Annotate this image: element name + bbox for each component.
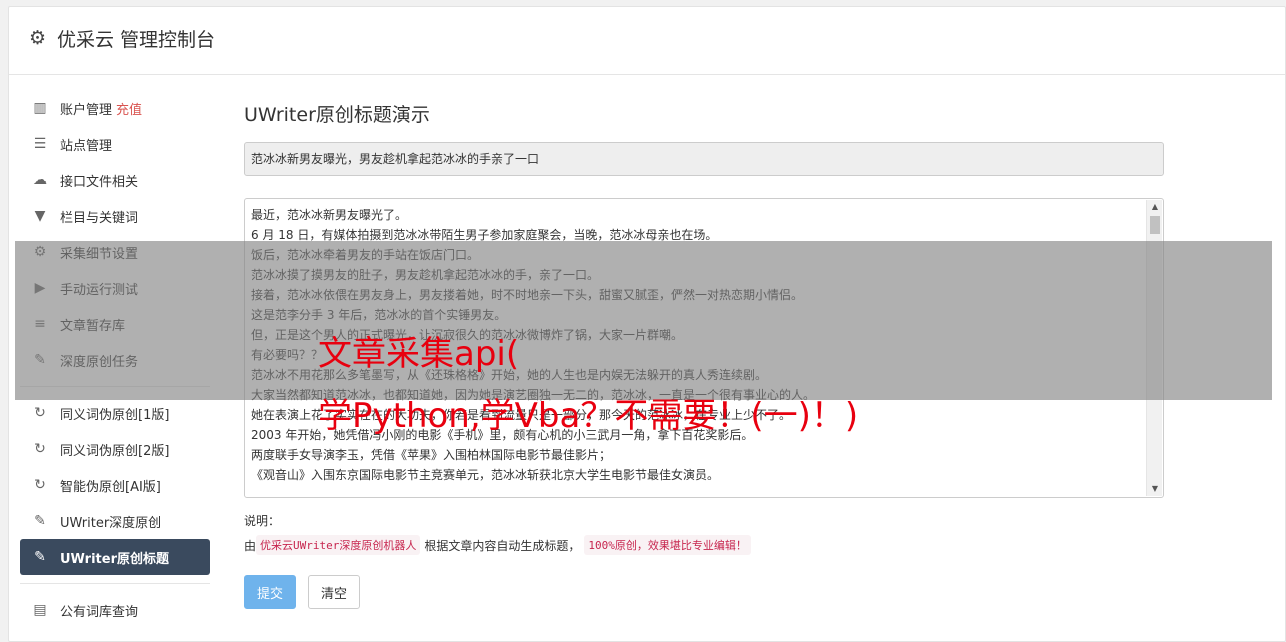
gear-icon: ⚙ bbox=[29, 27, 47, 49]
sidebar-item-label: 智能伪原创[AI版] bbox=[60, 479, 161, 495]
sidebar-item[interactable]: ↻ 智能伪原创[AI版] bbox=[20, 467, 210, 503]
bar-chart-icon: ▥ bbox=[33, 100, 47, 116]
sidebar-item-label: 同义词伪原创[2版] bbox=[60, 443, 170, 459]
watermark-line-1: 文章采集api( bbox=[318, 334, 520, 374]
server-icon: ☰ bbox=[33, 136, 47, 152]
sidebar-item[interactable]: ▼ 栏目与关键词 bbox=[20, 198, 210, 234]
submit-button[interactable]: 提交 bbox=[244, 575, 297, 609]
sidebar-item-label: 接口文件相关 bbox=[60, 174, 139, 190]
edit-icon: ✎ bbox=[34, 513, 46, 529]
sidebar-item[interactable]: ☁ 接口文件相关 bbox=[20, 162, 210, 198]
clear-button[interactable]: 清空 bbox=[308, 575, 361, 609]
refresh-icon: ↻ bbox=[34, 477, 46, 493]
watermark-overlay bbox=[15, 241, 1272, 400]
scroll-thumb[interactable] bbox=[1150, 216, 1160, 234]
header: ⚙ 优采云 管理控制台 bbox=[9, 7, 1285, 75]
edit-icon: ✎ bbox=[34, 549, 46, 565]
scroll-up-arrow-icon[interactable]: ▲ bbox=[1147, 200, 1163, 214]
sidebar-item[interactable]: ☰ 站点管理 bbox=[20, 126, 210, 162]
note-label: 说明： bbox=[244, 514, 281, 528]
sidebar-item-label: 公有词库查询 bbox=[60, 604, 139, 620]
note-description: 根据文章内容自动生成标题， bbox=[424, 538, 581, 553]
scroll-down-arrow-icon[interactable]: ▼ bbox=[1147, 482, 1163, 496]
recharge-link[interactable]: 充值 bbox=[116, 99, 142, 118]
refresh-icon: ↻ bbox=[34, 405, 46, 421]
sidebar-item-label: 账户管理 bbox=[60, 102, 113, 118]
sidebar-item[interactable]: ✎ UWriter原创标题 bbox=[20, 539, 210, 575]
generated-title-field[interactable]: 范冰冰新男友曝光，男友趁机拿起范冰冰的手亲了一口 bbox=[244, 142, 1164, 176]
sidebar-item[interactable]: ▤ 公有词库查询 bbox=[20, 592, 210, 628]
sidebar-item[interactable]: ✎ UWriter深度原创 bbox=[20, 503, 210, 539]
sidebar-divider bbox=[20, 583, 210, 584]
content-line: 《观音山》入围东京国际电影节主竞赛单元，范冰冰斩获北京大学生电影节最佳女演员。 bbox=[251, 468, 720, 482]
note-highlight: 100%原创，效果堪比专业编辑！ bbox=[584, 535, 751, 555]
app-title: 优采云 管理控制台 bbox=[57, 29, 216, 51]
sidebar-item-label: UWriter原创标题 bbox=[60, 551, 169, 567]
sidebar-item-label: 同义词伪原创[1版] bbox=[60, 407, 170, 423]
sidebar-item[interactable]: ↻ 同义词伪原创[2版] bbox=[20, 431, 210, 467]
cloud-upload-icon: ☁ bbox=[33, 172, 47, 188]
sidebar-item-label: 站点管理 bbox=[60, 138, 113, 154]
refresh-icon: ↻ bbox=[34, 441, 46, 457]
sidebar-item-label: UWriter深度原创 bbox=[60, 515, 162, 531]
page-title: UWriter原创标题演示 bbox=[244, 104, 430, 126]
note-text: 由 优采云UWriter深度原创机器人 根据文章内容自动生成标题， 100%原创… bbox=[244, 535, 1164, 555]
sidebar-item-label: 栏目与关键词 bbox=[60, 210, 139, 226]
filter-icon: ▼ bbox=[34, 208, 46, 224]
note-prefix: 由 bbox=[244, 538, 257, 553]
note-robot-name: 优采云UWriter深度原创机器人 bbox=[256, 535, 421, 555]
content-line: 两度联手女导演李玉，凭借《苹果》入围柏林国际电影节最佳影片； bbox=[251, 448, 612, 462]
content-line: 最近，范冰冰新男友曝光了。 bbox=[251, 208, 408, 222]
sidebar-item[interactable]: ↻ 同义词伪原创[1版] bbox=[20, 395, 210, 431]
sidebar-item[interactable]: ▥ 账户管理 充值 bbox=[20, 90, 210, 126]
watermark-line-2: 学Python,学Vba？不需要！(一)！) bbox=[318, 396, 859, 436]
book-icon: ▤ bbox=[33, 602, 47, 618]
button-row: 提交 清空 bbox=[244, 575, 1164, 609]
